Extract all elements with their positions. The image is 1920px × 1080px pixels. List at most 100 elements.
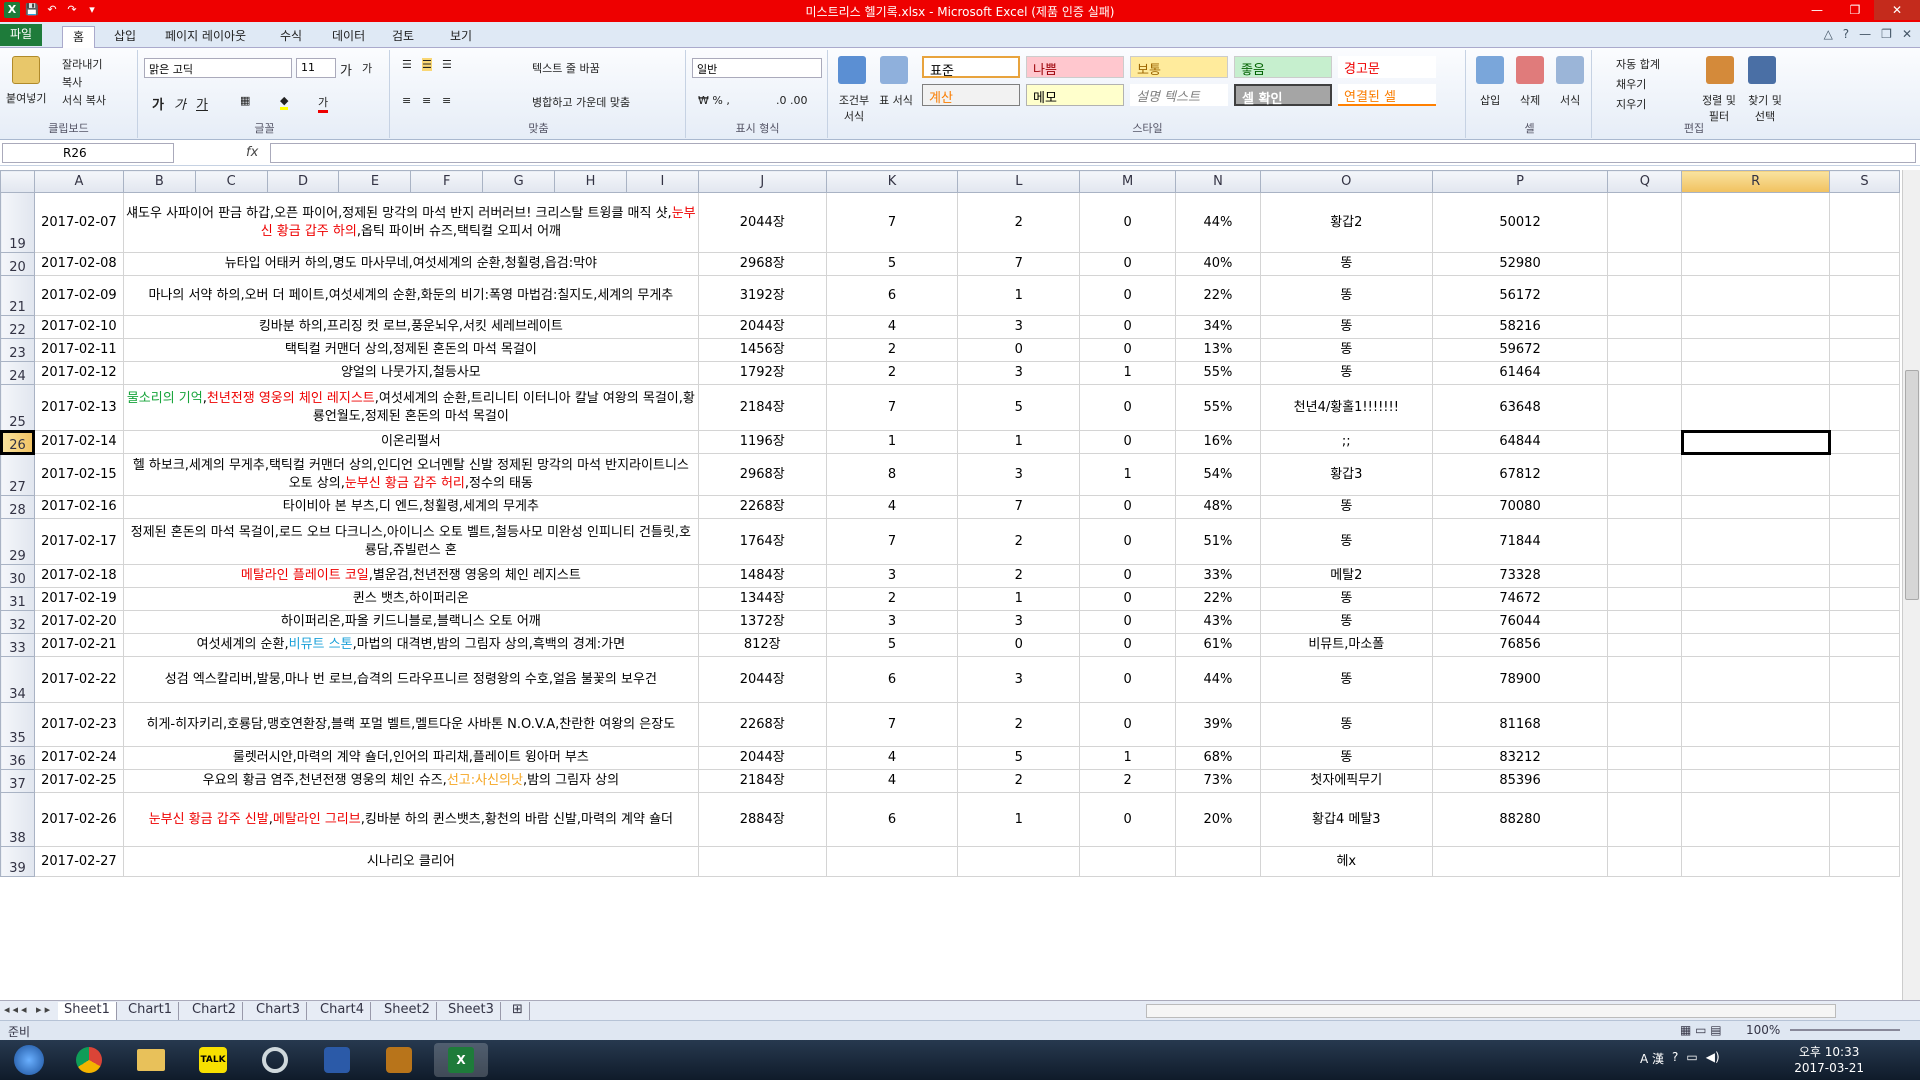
cell-s[interactable] [1829, 361, 1900, 385]
cell-s[interactable] [1829, 587, 1900, 611]
doc-close-icon[interactable]: ✕ [1902, 27, 1912, 41]
help-tray-icon[interactable]: ? [1672, 1050, 1678, 1067]
style-good[interactable]: 좋음 [1234, 56, 1332, 78]
cell-rate[interactable]: 33% [1175, 564, 1261, 588]
cell-total[interactable] [1431, 846, 1609, 877]
row-header[interactable]: 26 [0, 429, 36, 455]
select-all-corner[interactable] [0, 170, 35, 193]
worksheet-grid[interactable]: ABCDEFGHIJKLMNOPQRS 19 2017-02-07 섀도우 사파이어… [0, 170, 1900, 1000]
cell-items[interactable]: 퀸스 뱃츠,하이퍼리온 [122, 587, 699, 611]
column-header[interactable]: G [482, 170, 556, 193]
close-button[interactable]: ✕ [1874, 0, 1920, 20]
network-icon[interactable]: ▭ [1686, 1050, 1697, 1067]
cell-rate[interactable]: 44% [1175, 656, 1261, 703]
column-header[interactable]: R [1681, 170, 1830, 193]
cell-s[interactable] [1829, 338, 1900, 362]
cell-rate[interactable]: 55% [1175, 384, 1261, 431]
cell-note[interactable]: 똥 [1259, 702, 1433, 747]
row-header[interactable]: 24 [0, 361, 35, 385]
cell-m[interactable]: 0 [1079, 315, 1177, 339]
cell-note[interactable]: 똥 [1259, 315, 1433, 339]
cell-q[interactable] [1607, 315, 1683, 339]
italic-button[interactable]: 가 [174, 94, 186, 113]
cell-k[interactable]: 2 [825, 587, 959, 611]
cell-r[interactable] [1681, 495, 1830, 519]
cell-l[interactable]: 7 [957, 252, 1081, 276]
cell-total[interactable]: 59672 [1431, 338, 1609, 362]
border-icon[interactable]: ▦ [240, 94, 250, 107]
cell-q[interactable] [1607, 587, 1683, 611]
cell-cards[interactable]: 2268장 [697, 702, 827, 747]
cell-l[interactable]: 2 [957, 564, 1081, 588]
style-check-cell[interactable]: 셀 확인 [1234, 84, 1332, 107]
cell-k[interactable]: 4 [825, 315, 959, 339]
cell-q[interactable] [1607, 453, 1683, 496]
cell-k[interactable]: 7 [825, 518, 959, 565]
delete-cells-button[interactable]: 삭제 [1520, 92, 1540, 108]
cell-s[interactable] [1829, 453, 1900, 496]
cell-total[interactable]: 88280 [1431, 792, 1609, 847]
doc-min-icon[interactable]: — [1859, 27, 1871, 41]
cell-items[interactable]: 마나의 서약 하의,오버 더 페이트,여섯세계의 순환,화둔의 비기:폭영 마법… [122, 275, 699, 316]
cell-s[interactable] [1829, 702, 1900, 747]
font-size-combo[interactable]: 11 [296, 58, 336, 78]
row-header[interactable]: 35 [0, 702, 35, 747]
style-bad[interactable]: 나쁨 [1026, 56, 1124, 78]
font-color-icon[interactable]: 가 [318, 94, 329, 113]
cell-items[interactable]: 우요의 황금 염주,천년전쟁 영웅의 체인 슈즈,선고:사신의낫,밤의 그림자 … [122, 769, 699, 793]
cell-m[interactable]: 0 [1079, 610, 1177, 634]
column-header[interactable]: L [957, 170, 1081, 193]
align-middle-icon[interactable]: ☰ [422, 58, 432, 71]
cell-l[interactable] [957, 846, 1081, 877]
column-header[interactable]: A [33, 170, 124, 193]
cell-l[interactable]: 3 [957, 453, 1081, 496]
column-header[interactable]: E [338, 170, 412, 193]
cell-s[interactable] [1829, 746, 1900, 770]
find-select-icon[interactable] [1748, 56, 1776, 84]
cell-items[interactable]: 물소리의 기억,천년전쟁 영웅의 체인 레지스트,여섯세계의 순환,트리니티 이… [122, 384, 699, 431]
cell-s[interactable] [1829, 633, 1900, 657]
cell-r[interactable] [1681, 702, 1830, 747]
cell-r[interactable] [1681, 453, 1830, 496]
style-normal[interactable]: 표준 [922, 56, 1020, 79]
cell-k[interactable]: 7 [825, 702, 959, 747]
cell-total[interactable]: 78900 [1431, 656, 1609, 703]
cell-rate[interactable]: 44% [1175, 192, 1261, 253]
cell-l[interactable]: 5 [957, 384, 1081, 431]
cell-rate[interactable]: 22% [1175, 275, 1261, 316]
cell-l[interactable]: 3 [957, 315, 1081, 339]
cell-q[interactable] [1607, 656, 1683, 703]
cell-items[interactable]: 여섯세계의 순환,비뮤트 스톤,마법의 대격변,밤의 그림자 상의,흑백의 경계… [122, 633, 699, 657]
row-header[interactable]: 38 [0, 792, 35, 847]
cell-note[interactable]: 똥 [1259, 746, 1433, 770]
cell-date[interactable]: 2017-02-25 [33, 769, 124, 793]
cell-q[interactable] [1607, 192, 1683, 253]
vertical-scroll-thumb[interactable] [1905, 370, 1919, 600]
column-header[interactable]: C [194, 170, 268, 193]
tab-view[interactable]: 보기 [440, 26, 482, 48]
align-bottom-icon[interactable]: ☰ [442, 58, 452, 71]
cell-items[interactable]: 눈부신 황금 갑주 신발,메탈라인 그리브,킹바분 하의 퀸스뱃츠,황천의 바람… [122, 792, 699, 847]
cell-date[interactable]: 2017-02-14 [33, 430, 124, 454]
column-header[interactable]: O [1259, 170, 1433, 193]
cell-q[interactable] [1607, 430, 1683, 454]
cell-m[interactable]: 1 [1079, 746, 1177, 770]
style-neutral[interactable]: 보통 [1130, 56, 1228, 78]
row-header[interactable]: 23 [0, 338, 35, 362]
cell-r[interactable] [1681, 633, 1830, 657]
ime-indicator[interactable]: A 漢 [1640, 1050, 1664, 1067]
cell-total[interactable]: 83212 [1431, 746, 1609, 770]
tab-file[interactable]: 파일 [0, 24, 43, 46]
cell-cards[interactable]: 2184장 [697, 769, 827, 793]
cell-cards[interactable]: 1484장 [697, 564, 827, 588]
cell-m[interactable]: 2 [1079, 769, 1177, 793]
cell-l[interactable]: 1 [957, 275, 1081, 316]
fill-button[interactable]: 채우기 [1616, 76, 1646, 92]
doc-restore-icon[interactable]: ❐ [1881, 27, 1892, 41]
style-warning[interactable]: 경고문 [1338, 56, 1436, 78]
align-center-icon[interactable]: ≡ [422, 94, 431, 107]
cell-total[interactable]: 85396 [1431, 769, 1609, 793]
cell-s[interactable] [1829, 518, 1900, 565]
cell-rate[interactable]: 20% [1175, 792, 1261, 847]
cut-button[interactable]: 잘라내기 [62, 56, 102, 72]
